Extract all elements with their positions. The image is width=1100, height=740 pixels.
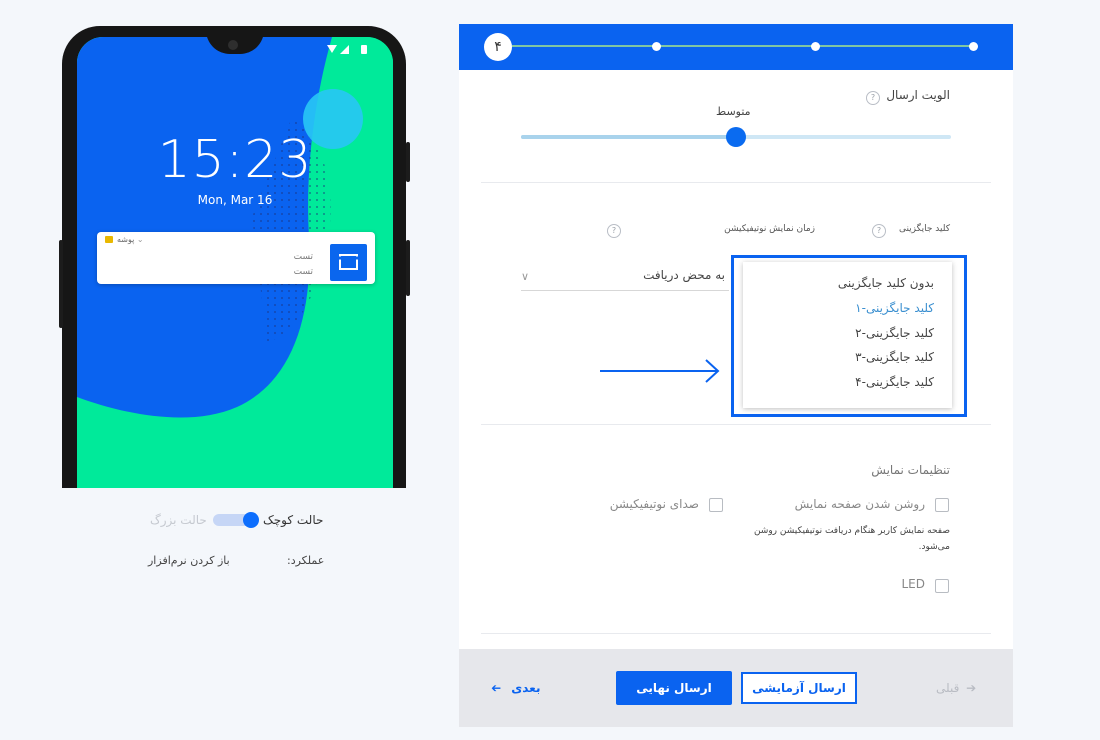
display-settings-title: تنظیمات نمایش <box>871 463 950 477</box>
chevron-down-icon: ∨ <box>521 270 530 283</box>
mode-small-label[interactable]: حالت کوچک <box>263 513 323 527</box>
signal-icon <box>340 45 349 54</box>
step-current: ۴ <box>484 33 512 61</box>
led-checkbox[interactable] <box>935 579 949 593</box>
dropdown-option-selected[interactable]: کلید جایگزینی-۱ <box>855 301 934 315</box>
phone-power-button <box>406 142 410 182</box>
priority-label: الویت ارسال <box>886 88 950 102</box>
screen-on-label: روشن شدن صفحه نمایش <box>794 497 925 511</box>
arrow-right-icon <box>600 359 720 383</box>
step-dot-2[interactable] <box>811 42 820 51</box>
help-icon[interactable]: ? <box>866 91 880 105</box>
sound-label: صدای نوتیفیکیشن <box>609 497 699 511</box>
lockscreen-date: Mon, Mar 16 <box>197 193 273 207</box>
stepper-line <box>512 45 974 47</box>
priority-slider-fill <box>521 135 736 139</box>
help-icon[interactable]: ? <box>607 224 621 238</box>
dropdown-option[interactable]: کلید جایگزینی-۲ <box>855 326 934 340</box>
notification-title: تست <box>293 252 313 262</box>
next-button-label: بعدی <box>511 681 541 695</box>
sound-checkbox[interactable] <box>709 498 723 512</box>
mode-big-label[interactable]: حالت بزرگ <box>150 513 207 527</box>
footer-bar <box>459 649 1013 727</box>
arrow-left-icon: ➔ <box>491 681 502 695</box>
action-value: باز کردن نرم‌افزار <box>148 554 230 567</box>
collapse-key-dropdown[interactable]: بدون کلید جایگزینی کلید جایگزینی-۱ کلید … <box>743 262 952 408</box>
image-frame-icon <box>338 254 359 270</box>
mode-toggle[interactable] <box>213 512 259 528</box>
display-time-value: به محض دریافت <box>643 268 725 282</box>
priority-label-text: الویت ارسال <box>886 88 950 102</box>
notification-app-row: پوشه ⌄ <box>117 235 144 244</box>
step-dot-3[interactable] <box>652 42 661 51</box>
toggle-knob <box>243 512 259 528</box>
phone-volume-button <box>59 240 63 328</box>
front-camera <box>228 40 238 50</box>
screen-on-note: صفحه نمایش کاربر هنگام دریافت نوتیفیکیشن… <box>753 526 950 552</box>
arrow-right-icon: ➔ <box>966 681 977 695</box>
section-divider <box>481 633 991 634</box>
prev-button[interactable]: قبلی ➔ <box>936 681 976 695</box>
final-send-button[interactable]: ارسال نهایی <box>616 671 732 705</box>
action-label: عملکرد: <box>287 554 325 567</box>
step-dot-1[interactable] <box>969 42 978 51</box>
help-icon[interactable]: ? <box>872 224 886 238</box>
phone-side-button <box>406 240 410 296</box>
app-name: پوشه <box>117 235 135 244</box>
status-bar-icons <box>325 44 375 56</box>
notification-card[interactable]: پوشه ⌄ تست تست <box>97 232 375 284</box>
dropdown-option[interactable]: بدون کلید جایگزینی <box>838 276 934 290</box>
dropdown-option[interactable]: کلید جایگزینی-۳ <box>855 350 934 364</box>
notification-image <box>330 244 367 281</box>
lockscreen-clock: 15:23 <box>157 130 313 190</box>
led-label: LED <box>901 577 925 591</box>
test-send-button[interactable]: ارسال آزمایشی <box>741 672 857 704</box>
priority-slider-knob[interactable] <box>726 127 746 147</box>
screen-on-checkbox[interactable] <box>935 498 949 512</box>
app-icon <box>105 236 113 243</box>
priority-value: متوسط <box>716 105 751 118</box>
notification-body: تست <box>293 267 313 277</box>
display-time-label: زمان نمایش نوتیفیکیشن <box>724 224 815 234</box>
dropdown-option[interactable]: کلید جایگزینی-۴ <box>855 375 934 389</box>
wifi-icon <box>327 45 337 53</box>
chevron-down-icon: ⌄ <box>136 235 144 244</box>
next-button[interactable]: ➔ بعدی <box>491 681 540 695</box>
section-divider <box>481 424 991 425</box>
display-time-select[interactable]: به محض دریافت ∨ <box>521 268 729 291</box>
collapse-key-label: کلید جایگزینی <box>898 224 950 234</box>
prev-button-label: قبلی <box>936 681 960 695</box>
battery-icon <box>361 45 367 54</box>
stepper-bar <box>459 24 1013 70</box>
section-divider <box>481 182 991 183</box>
